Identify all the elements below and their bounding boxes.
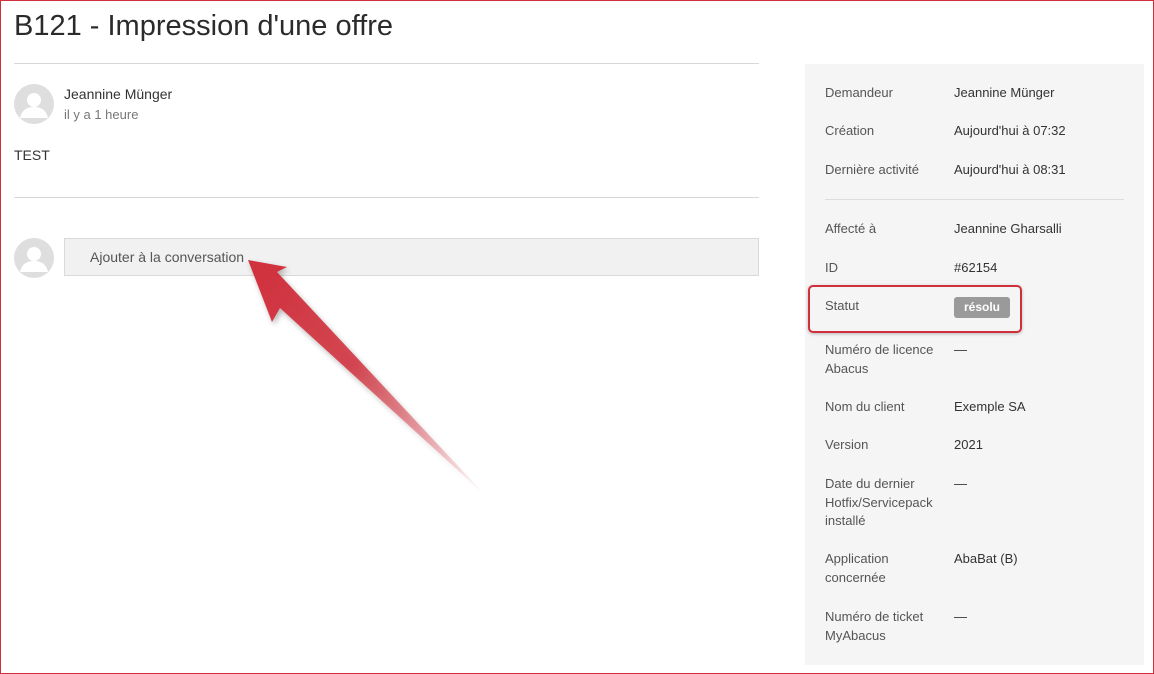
comment-body: TEST [14, 147, 50, 163]
reply-avatar [14, 238, 54, 278]
user-silhouette-icon [20, 93, 48, 118]
status-badge: résolu [954, 297, 1011, 318]
hotfix-value: — [954, 476, 967, 491]
comment-divider [14, 197, 759, 198]
id-value: #62154 [954, 260, 998, 275]
last-activity-label: Dernière activité [825, 162, 919, 177]
client-value: Exemple SA [954, 399, 1026, 414]
status-label: Statut [825, 298, 859, 313]
assignee-label: Affecté à [825, 221, 877, 236]
sidebar-divider [825, 199, 1124, 200]
comment-timestamp: il y a 1 heure [64, 107, 139, 122]
user-silhouette-icon [20, 247, 48, 272]
id-label: ID [825, 260, 838, 275]
assignee-value: Jeannine Gharsalli [954, 221, 1062, 236]
comment-author[interactable]: Jeannine Münger [64, 86, 172, 102]
last-activity-value: Aujourd'hui à 08:31 [954, 162, 1066, 177]
myabacus-label: Numéro de ticket MyAbacus [825, 609, 924, 643]
version-label: Version [825, 437, 869, 452]
license-label: Numéro de licence Abacus [825, 342, 934, 376]
requester-label: Demandeur [825, 85, 893, 100]
created-label: Création [825, 123, 875, 138]
application-label: Application concernée [825, 551, 889, 585]
page-title: B121 - Impression d'une offre [14, 10, 393, 42]
ticket-properties-panel: Demandeur Jeannine Münger Création Aujou… [805, 64, 1144, 665]
hotfix-label: Date du dernier Hotfix/Servicepack insta… [825, 476, 933, 528]
requester-value: Jeannine Münger [954, 85, 1055, 100]
myabacus-value: — [954, 609, 967, 624]
red-arrow-annotation [248, 260, 485, 495]
created-value: Aujourd'hui à 07:32 [954, 123, 1066, 138]
client-label: Nom du client [825, 399, 905, 414]
version-value: 2021 [954, 437, 983, 452]
license-value: — [954, 342, 967, 357]
header-divider [14, 63, 759, 64]
author-avatar [14, 84, 54, 124]
application-value: AbaBat (B) [954, 551, 1018, 566]
